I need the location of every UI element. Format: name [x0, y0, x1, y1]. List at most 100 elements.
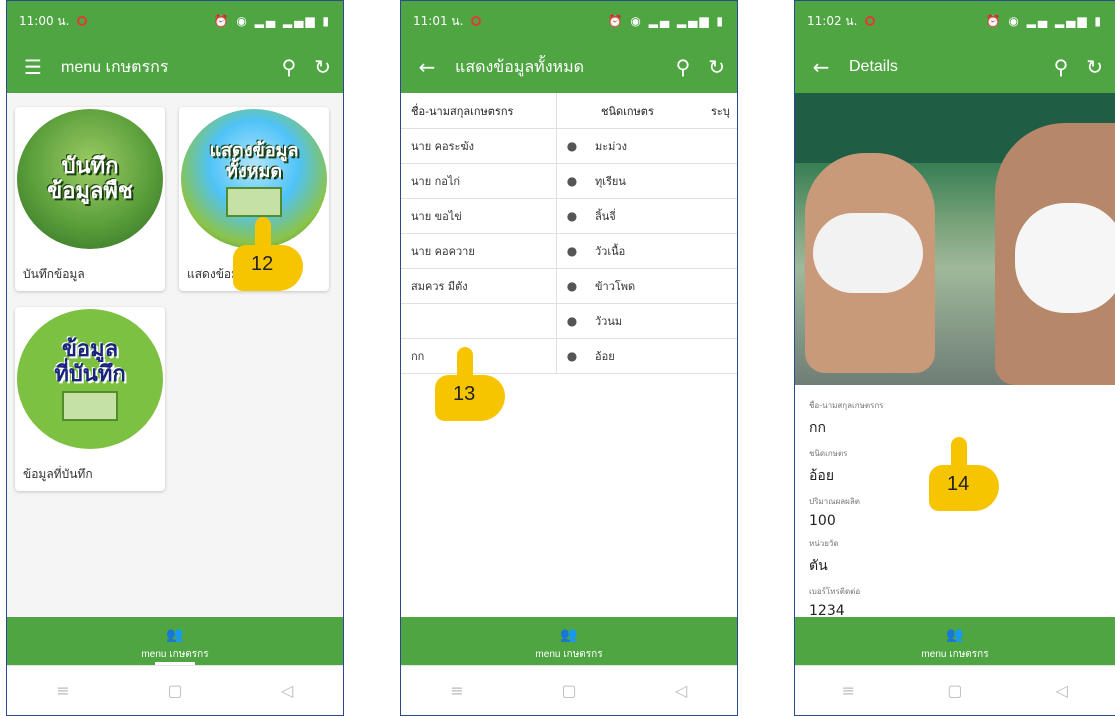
location-pin-icon: ● [566, 209, 578, 223]
search-icon[interactable]: ⚲ [1054, 55, 1069, 79]
page-title: แสดงข้อมูลทั้งหมด [455, 58, 585, 76]
card-label: ข้อมูลที่บันทึก [23, 467, 93, 481]
cell-type: ลิ้นจี่ [595, 210, 616, 223]
menu-card-saved-data[interactable]: ข้อมูล ที่บันทึก ข้อมูลที่บันทึก [15, 307, 165, 491]
screen-record-icon [471, 16, 482, 26]
status-bar: 11:00 น. ⏰ ◉ ▂▄ ▂▄▆ ▮ [7, 1, 343, 41]
photo-mask-left [813, 213, 923, 293]
nav-label: menu เกษตรกร [141, 649, 209, 660]
table-row[interactable]: นาย คอควาย ● วัวเนื้อ [401, 234, 737, 269]
home-icon[interactable]: ▢ [935, 681, 975, 700]
system-nav-bar: ≡ ▢ ◁ [7, 665, 343, 715]
page-title: Details [849, 58, 898, 75]
table-header-row: ชื่อ-นามสกุลเกษตรกร ชนิดเกษตร ระบุ [401, 93, 737, 129]
screen-record-icon [77, 16, 88, 26]
status-time: 11:02 น. [807, 13, 858, 28]
pointing-hand-annotation: 14 [929, 437, 1009, 513]
menu-icon[interactable]: ☰ [19, 55, 47, 79]
refresh-icon[interactable]: ↻ [708, 55, 725, 79]
cell-type: วัวเนื้อ [595, 245, 626, 258]
system-status-icons: ⏰ ◉ ▂▄ ▂▄▆ ▮ [213, 14, 331, 28]
phone-screen-table: 11:01 น. ⏰ ◉ ▂▄ ▂▄▆ ▮ ← แสดงข้อมูลทั้งหม… [400, 0, 738, 716]
system-nav-bar: ≡ ▢ ◁ [401, 665, 737, 715]
home-icon[interactable]: ▢ [549, 681, 589, 700]
location-pin-icon: ● [566, 349, 578, 363]
cell-name: สมควร มีตัง [401, 269, 557, 303]
app-bar: ← Details ⚲ ↻ [795, 41, 1115, 93]
back-arrow-icon[interactable]: ← [413, 55, 441, 79]
field-label: ชื่อ-นามสกุลเกษตรกร [809, 401, 884, 410]
nav-label: menu เกษตรกร [921, 649, 989, 660]
cell-name [401, 304, 557, 338]
bottom-nav[interactable]: 👥 menu เกษตรกร [795, 617, 1115, 665]
page-title: menu เกษตรกร [61, 58, 169, 76]
app-bar: ☰ menu เกษตรกร ⚲ ↻ [7, 41, 343, 93]
cell-name: นาย คอควาย [401, 234, 557, 268]
cell-type: มะม่วง [595, 140, 627, 153]
table-row[interactable]: นาย คอระฆัง ● มะม่วง [401, 129, 737, 164]
bottom-nav[interactable]: 👥 menu เกษตรกร [7, 617, 343, 665]
back-icon[interactable]: ◁ [1042, 681, 1082, 700]
field-value: กก [809, 420, 826, 436]
status-bar: 11:01 น. ⏰ ◉ ▂▄ ▂▄▆ ▮ [401, 1, 737, 41]
field-label: หน่วยวัด [809, 539, 839, 548]
record-crop-image: บันทึก ข้อมูลพืช [17, 109, 163, 249]
cell-type: อ้อย [595, 350, 615, 363]
table-row[interactable]: สมควร มีตัง ● ข้าวโพด [401, 269, 737, 304]
cell-name: นาย คอระฆัง [401, 129, 557, 163]
system-status-icons: ⏰ ◉ ▂▄ ▂▄▆ ▮ [607, 14, 725, 28]
cell-type: ทุเรียน [595, 175, 626, 188]
table-sheet-icon [226, 186, 282, 217]
header-type: ชนิดเกษตร [601, 104, 654, 118]
field-phone: เบอร์โทรติดต่อ 1234 [809, 585, 1102, 619]
group-icon: 👥 [166, 627, 184, 643]
saved-data-image: ข้อมูล ที่บันทึก [17, 309, 163, 449]
location-pin-icon: ● [566, 174, 578, 188]
status-time: 11:00 น. [19, 13, 70, 28]
back-icon[interactable]: ◁ [661, 681, 701, 700]
recents-icon[interactable]: ≡ [43, 681, 83, 700]
menu-card-record[interactable]: บันทึก ข้อมูลพืช บันทึกข้อมูล [15, 107, 165, 291]
group-icon: 👥 [946, 627, 964, 643]
recents-icon[interactable]: ≡ [437, 681, 477, 700]
card-image-text: บันทึก ข้อมูลพืช [47, 152, 133, 204]
app-bar: ← แสดงข้อมูลทั้งหมด ⚲ ↻ [401, 41, 737, 93]
system-status-icons: ⏰ ◉ ▂▄ ▂▄▆ ▮ [985, 14, 1103, 28]
field-name: ชื่อ-นามสกุลเกษตรกร กก [809, 399, 1102, 439]
cell-type: ข้าวโพด [595, 280, 636, 293]
table-row[interactable]: ● วัวนม [401, 304, 737, 339]
cell-name: นาย กอไก่ [401, 164, 557, 198]
nav-label: menu เกษตรกร [535, 649, 603, 660]
step-number: 13 [453, 383, 476, 405]
phone-screen-menu: 11:00 น. ⏰ ◉ ▂▄ ▂▄▆ ▮ ☰ menu เกษตรกร ⚲ ↻… [6, 0, 344, 716]
back-arrow-icon[interactable]: ← [807, 55, 835, 79]
field-value: ตัน [809, 558, 828, 574]
details-content: ชื่อ-นามสกุลเกษตรกร กก ชนิดเกษตร อ้อย ปร… [795, 93, 1115, 627]
back-icon[interactable]: ◁ [267, 681, 307, 700]
location-pin-icon: ● [566, 314, 578, 328]
card-image-text: ข้อมูล ที่บันทึก [54, 335, 126, 387]
card-image-text: แสดงข้อมูล ทั้งหมด [209, 140, 299, 182]
home-icon[interactable]: ▢ [155, 681, 195, 700]
search-icon[interactable]: ⚲ [676, 55, 691, 79]
table-row[interactable]: นาย ขอไข่ ● ลิ้นจี่ [401, 199, 737, 234]
header-extra: ระบุ [711, 104, 730, 118]
menu-grid: บันทึก ข้อมูลพืช บันทึกข้อมูล แสดงข้อมูล… [7, 93, 343, 627]
card-label: บันทึกข้อมูล [23, 267, 85, 281]
step-number: 14 [947, 473, 970, 495]
pointing-hand-annotation: 13 [435, 347, 515, 423]
table-row[interactable]: นาย กอไก่ ● ทุเรียน [401, 164, 737, 199]
field-label: เบอร์โทรติดต่อ [809, 587, 861, 596]
bottom-nav[interactable]: 👥 menu เกษตรกร [401, 617, 737, 665]
step-number: 12 [251, 253, 274, 275]
system-nav-bar: ≡ ▢ ◁ [795, 665, 1115, 715]
farmer-photo [795, 93, 1115, 385]
phone-screen-details: 11:02 น. ⏰ ◉ ▂▄ ▂▄▆ ▮ ← Details ⚲ ↻ ชื่อ… [794, 0, 1115, 716]
header-name: ชื่อ-นามสกุลเกษตรกร [401, 93, 557, 128]
refresh-icon[interactable]: ↻ [314, 55, 331, 79]
search-icon[interactable]: ⚲ [282, 55, 297, 79]
refresh-icon[interactable]: ↻ [1086, 55, 1103, 79]
location-pin-icon: ● [566, 244, 578, 258]
cell-name: นาย ขอไข่ [401, 199, 557, 233]
recents-icon[interactable]: ≡ [828, 681, 868, 700]
